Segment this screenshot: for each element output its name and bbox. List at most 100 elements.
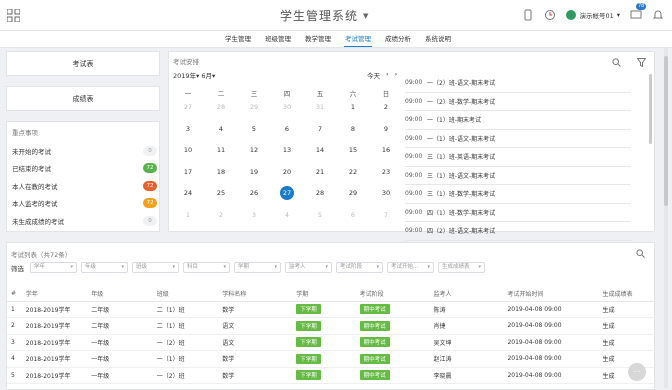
search-icon[interactable] xyxy=(636,249,645,258)
reminder-item[interactable]: 未生成成绩的考试 0 xyxy=(12,212,157,229)
app-grid-icon[interactable] xyxy=(7,9,20,22)
table-row[interactable]: 1 2018-2019学年 二年级 二（1）班 数学 下学期 期中考试 陈涛 2019-04-0… xyxy=(7,301,654,318)
column-header[interactable]: 学科名称 xyxy=(218,287,293,302)
calendar-day[interactable]: 26 xyxy=(247,186,261,200)
calendar-day[interactable]: 28 xyxy=(313,186,327,200)
user-menu[interactable]: 演示帐号01 ▾ xyxy=(566,10,620,20)
search-icon[interactable] xyxy=(612,58,621,67)
calendar-day[interactable]: 8 xyxy=(346,122,360,136)
calendar-day[interactable]: 6 xyxy=(346,208,360,222)
event-item[interactable]: 09:00 三（1）班-数学-期末考试 xyxy=(405,185,631,204)
table-row[interactable]: 4 2018-2019学年 一年级 一（1）班 数学 下学期 期中考试 赵江涛 2019-04-… xyxy=(7,350,654,368)
table-row[interactable]: 2 2018-2019学年 二年级 二（1）班 语文 下学期 期中考试 肖捷 2019-04-0… xyxy=(7,317,654,335)
calendar-day[interactable]: 27 xyxy=(280,186,294,200)
event-item[interactable]: 09:00 一（1）班-语文-期末考试 xyxy=(405,130,631,148)
calendar-day[interactable]: 5 xyxy=(247,122,261,136)
exam-table-button[interactable]: 考试表 xyxy=(6,51,160,76)
filter-select[interactable]: 监考人 xyxy=(285,262,332,273)
event-item[interactable]: 09:00 四（1）班-数学-期末考试 xyxy=(405,204,631,222)
calendar-day[interactable]: 7 xyxy=(313,122,327,136)
page-scrollbar[interactable] xyxy=(664,48,668,388)
calendar-day[interactable]: 29 xyxy=(247,100,261,114)
filter-select[interactable]: 科目 xyxy=(183,262,230,273)
calendar-day[interactable]: 17 xyxy=(181,165,195,179)
event-item[interactable]: 09:00 一（2）班-数学-期末考试 xyxy=(405,93,631,111)
calendar-day[interactable]: 2 xyxy=(379,100,393,114)
calendar-day[interactable]: 27 xyxy=(181,100,195,114)
calendar-day[interactable]: 15 xyxy=(346,143,360,157)
calendar-day[interactable]: 11 xyxy=(214,143,228,157)
reminder-item[interactable]: 已结束的考试 72 xyxy=(12,160,157,177)
column-header[interactable]: 班级 xyxy=(152,287,219,302)
tab-2[interactable]: 教学管理 xyxy=(298,31,338,48)
column-header[interactable]: # xyxy=(7,287,22,302)
calendar-day[interactable]: 20 xyxy=(280,165,294,179)
calendar-day[interactable]: 23 xyxy=(379,165,393,179)
message-button[interactable]: 78 xyxy=(630,3,647,22)
column-header[interactable]: 学年 xyxy=(21,287,88,302)
next-month-icon[interactable]: › xyxy=(395,70,398,80)
calendar-day[interactable]: 7 xyxy=(379,208,393,222)
app-title[interactable]: 学生管理系统 ▼ xyxy=(280,7,369,24)
calendar-day[interactable]: 22 xyxy=(346,165,360,179)
column-header[interactable]: 考试开始时间 xyxy=(503,287,599,302)
mobile-icon[interactable] xyxy=(522,9,534,21)
calendar-day[interactable]: 6 xyxy=(280,122,294,136)
filter-select[interactable]: 学期 xyxy=(234,262,281,273)
clock-icon[interactable] xyxy=(544,9,556,21)
calendar-day[interactable]: 1 xyxy=(346,100,360,114)
calendar-day[interactable]: 1 xyxy=(181,208,195,222)
calendar-day[interactable]: 9 xyxy=(379,122,393,136)
calendar-day[interactable]: 13 xyxy=(280,143,294,157)
calendar-day[interactable]: 14 xyxy=(313,143,327,157)
filter-select[interactable]: 考试阶段 xyxy=(336,262,383,273)
event-scrollbar[interactable] xyxy=(649,74,652,144)
calendar-day[interactable]: 29 xyxy=(346,186,360,200)
page-scrollbar-thumb[interactable] xyxy=(664,56,668,206)
column-header[interactable]: 年级 xyxy=(87,287,153,302)
calendar-day[interactable]: 28 xyxy=(214,100,228,114)
score-table-button[interactable]: 成绩表 xyxy=(6,86,160,111)
calendar-day[interactable]: 19 xyxy=(247,165,261,179)
column-header[interactable]: 学期 xyxy=(292,287,356,302)
event-item[interactable]: 09:00 三（1）班-英语-期末考试 xyxy=(405,148,631,167)
calendar-day[interactable]: 18 xyxy=(214,165,228,179)
calendar-day[interactable]: 30 xyxy=(280,100,294,114)
calendar-day[interactable]: 10 xyxy=(181,143,195,157)
prev-month-icon[interactable]: ‹ xyxy=(386,70,389,80)
tab-3[interactable]: 考试管理 xyxy=(338,31,378,48)
tab-5[interactable]: 系统说明 xyxy=(418,31,458,48)
calendar-day[interactable]: 4 xyxy=(214,122,228,136)
calendar-day[interactable]: 3 xyxy=(247,208,261,222)
calendar-day[interactable]: 5 xyxy=(313,208,327,222)
tab-1[interactable]: 班级管理 xyxy=(258,31,298,48)
table-row[interactable]: 5 2018-2019学年 一年级 一（2）班 数学 下学期 期中考试 李晓晨 2019-04-… xyxy=(7,367,654,384)
calendar-day[interactable]: 24 xyxy=(181,186,195,200)
event-item[interactable]: 09:00 三（1）班-语文-期末考试 xyxy=(405,167,631,185)
reminder-item[interactable]: 本人在教的考试 72 xyxy=(12,177,157,194)
column-header[interactable]: 监考人 xyxy=(429,287,504,302)
reminder-item[interactable]: 本人监考的考试 72 xyxy=(12,195,157,212)
calendar-day[interactable]: 12 xyxy=(247,143,261,157)
more-button[interactable]: ··· xyxy=(628,363,646,381)
today-button[interactable]: 今天 xyxy=(367,70,380,80)
month-selector[interactable]: 2019年▾ 6月▾ xyxy=(173,70,215,80)
event-item[interactable]: 09:00 一（1）班-期末考试 xyxy=(405,111,631,130)
calendar-day[interactable]: 16 xyxy=(379,143,393,157)
filter-select[interactable]: 考试开始... xyxy=(387,262,434,273)
calendar-day[interactable]: 2 xyxy=(214,208,228,222)
calendar-day[interactable]: 3 xyxy=(181,122,195,136)
calendar-day[interactable]: 4 xyxy=(280,208,294,222)
column-header[interactable]: 生成成绩表 xyxy=(598,287,654,302)
calendar-day[interactable]: 21 xyxy=(313,165,327,179)
calendar-day[interactable]: 30 xyxy=(379,186,393,200)
reminder-item[interactable]: 未开始的考试 0 xyxy=(12,142,157,159)
calendar-day[interactable]: 25 xyxy=(214,186,228,200)
filter-select[interactable]: 学年 xyxy=(30,262,77,273)
event-item[interactable]: 09:00 四（2）班-语文-期末考试 xyxy=(405,222,631,241)
filter-select[interactable]: 生成成绩表 xyxy=(438,262,485,273)
bell-icon[interactable] xyxy=(652,9,664,21)
table-row[interactable]: 3 2018-2019学年 一年级 一（2）班 语文 下学期 期中考试 吴文坤 2019-04-… xyxy=(7,334,654,351)
event-item[interactable]: 09:00 一（2）班-语文-期末考试 xyxy=(405,74,631,93)
filter-select[interactable]: 年级 xyxy=(81,262,128,273)
